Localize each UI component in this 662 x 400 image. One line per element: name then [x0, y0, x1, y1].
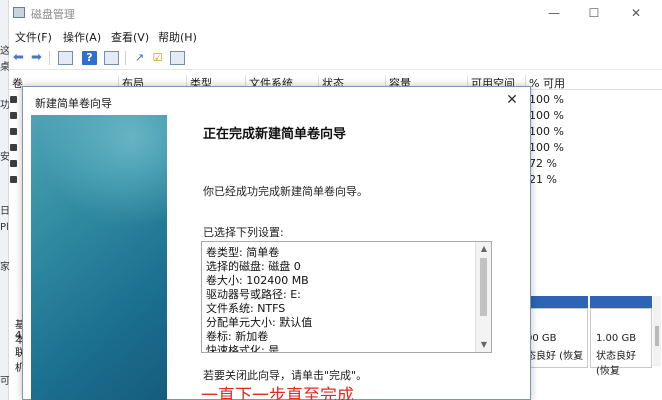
- desktop-glyph: 这: [0, 46, 9, 57]
- percent-free-cell: 21 %: [529, 173, 557, 186]
- partition-size: 1.00 GB: [596, 333, 637, 344]
- settings-scrollbar[interactable]: ▲ ▼: [475, 242, 491, 352]
- col-volume[interactable]: 卷: [9, 75, 23, 90]
- wizard-intro-text: 你已经成功完成新建简单卷向导。: [203, 185, 368, 198]
- title-bar: 磁盘管理 — ☐ ✕: [9, 0, 662, 26]
- list-item: 快速格式化: 是: [206, 344, 280, 353]
- partition-header-bar: [590, 296, 652, 308]
- menu-action[interactable]: 操作(A): [63, 29, 101, 45]
- toolbar-separator: [49, 51, 50, 65]
- percent-free-cell: 100 %: [529, 125, 564, 138]
- settings-label: 已选择下列设置:: [203, 226, 284, 239]
- back-arrow-icon[interactable]: ⬅: [11, 51, 26, 65]
- toolbar-separator: [125, 51, 126, 65]
- percent-free-cell: 100 %: [529, 109, 564, 122]
- menu-bar: 文件(F) 操作(A) 查看(V) 帮助(H): [9, 26, 662, 46]
- window-title: 磁盘管理: [31, 8, 75, 21]
- volume-icon: [10, 112, 17, 119]
- scroll-down-icon[interactable]: ▼: [476, 338, 491, 352]
- close-button[interactable]: ✕: [616, 0, 656, 26]
- desktop-edge: 这 桌 功 安 日 Pl 家 可: [0, 0, 9, 400]
- desktop-glyph: 家: [0, 262, 9, 273]
- volume-icon: [10, 144, 17, 151]
- forward-arrow-icon[interactable]: ➡: [29, 51, 44, 65]
- volume-icon: [10, 128, 17, 135]
- settings-listbox[interactable]: 卷类型: 简单卷 选择的磁盘: 磁盘 0 卷大小: 102400 MB 驱动器号…: [201, 241, 492, 353]
- wizard-heading: 正在完成新建简单卷向导: [203, 127, 347, 142]
- console-tree-icon[interactable]: [104, 51, 119, 65]
- scroll-up-icon[interactable]: ▲: [476, 242, 491, 256]
- desktop-glyph: 桌: [0, 62, 9, 73]
- volume-icon: [10, 176, 17, 183]
- volume-icon: [10, 160, 17, 167]
- toolbar: ⬅ ➡ ? ↗ ☑: [9, 46, 662, 70]
- partition-recovery-b[interactable]: 1.00 GB 状态良好 (恢复: [590, 308, 652, 377]
- wizard-side-banner: [31, 115, 167, 400]
- percent-free-cell: 100 %: [529, 141, 564, 154]
- menu-file[interactable]: 文件(F): [15, 29, 52, 45]
- dialog-title: 新建简单卷向导: [35, 97, 112, 110]
- disk-view-scrollbar[interactable]: [653, 296, 661, 366]
- percent-free-cell: 72 %: [529, 157, 557, 170]
- menu-help[interactable]: 帮助(H): [158, 29, 197, 45]
- minimize-button[interactable]: —: [534, 0, 574, 26]
- disk-management-app-icon: [13, 7, 25, 18]
- properties-icon[interactable]: [58, 51, 73, 65]
- annotation-overlay: 一直下一步直至完成: [201, 386, 354, 400]
- dialog-close-button[interactable]: ✕: [502, 90, 522, 110]
- help-icon[interactable]: ?: [82, 51, 97, 65]
- connect-disk-icon[interactable]: ↗: [132, 51, 147, 65]
- check-list-icon[interactable]: ☑: [150, 51, 165, 65]
- scroll-thumb[interactable]: [480, 258, 487, 316]
- desktop-glyph: 功: [0, 100, 9, 111]
- volume-icon: [10, 96, 17, 103]
- desktop-glyph: 安: [0, 152, 9, 163]
- desktop-glyph: Pl: [0, 222, 9, 233]
- desktop-glyph: 可: [0, 376, 9, 387]
- partition-status: 状态良好 (恢复: [596, 351, 636, 377]
- desktop-glyph: 日: [0, 206, 9, 217]
- menu-view[interactable]: 查看(V): [111, 29, 149, 45]
- settings-panel-icon[interactable]: [170, 51, 185, 65]
- partition-status: 态良好 (恢复: [526, 351, 584, 362]
- percent-free-cell: 100 %: [529, 93, 564, 106]
- new-simple-volume-wizard: 新建简单卷向导 ✕ 正在完成新建简单卷向导 你已经成功完成新建简单卷向导。 已选…: [22, 86, 531, 400]
- maximize-button[interactable]: ☐: [574, 0, 614, 26]
